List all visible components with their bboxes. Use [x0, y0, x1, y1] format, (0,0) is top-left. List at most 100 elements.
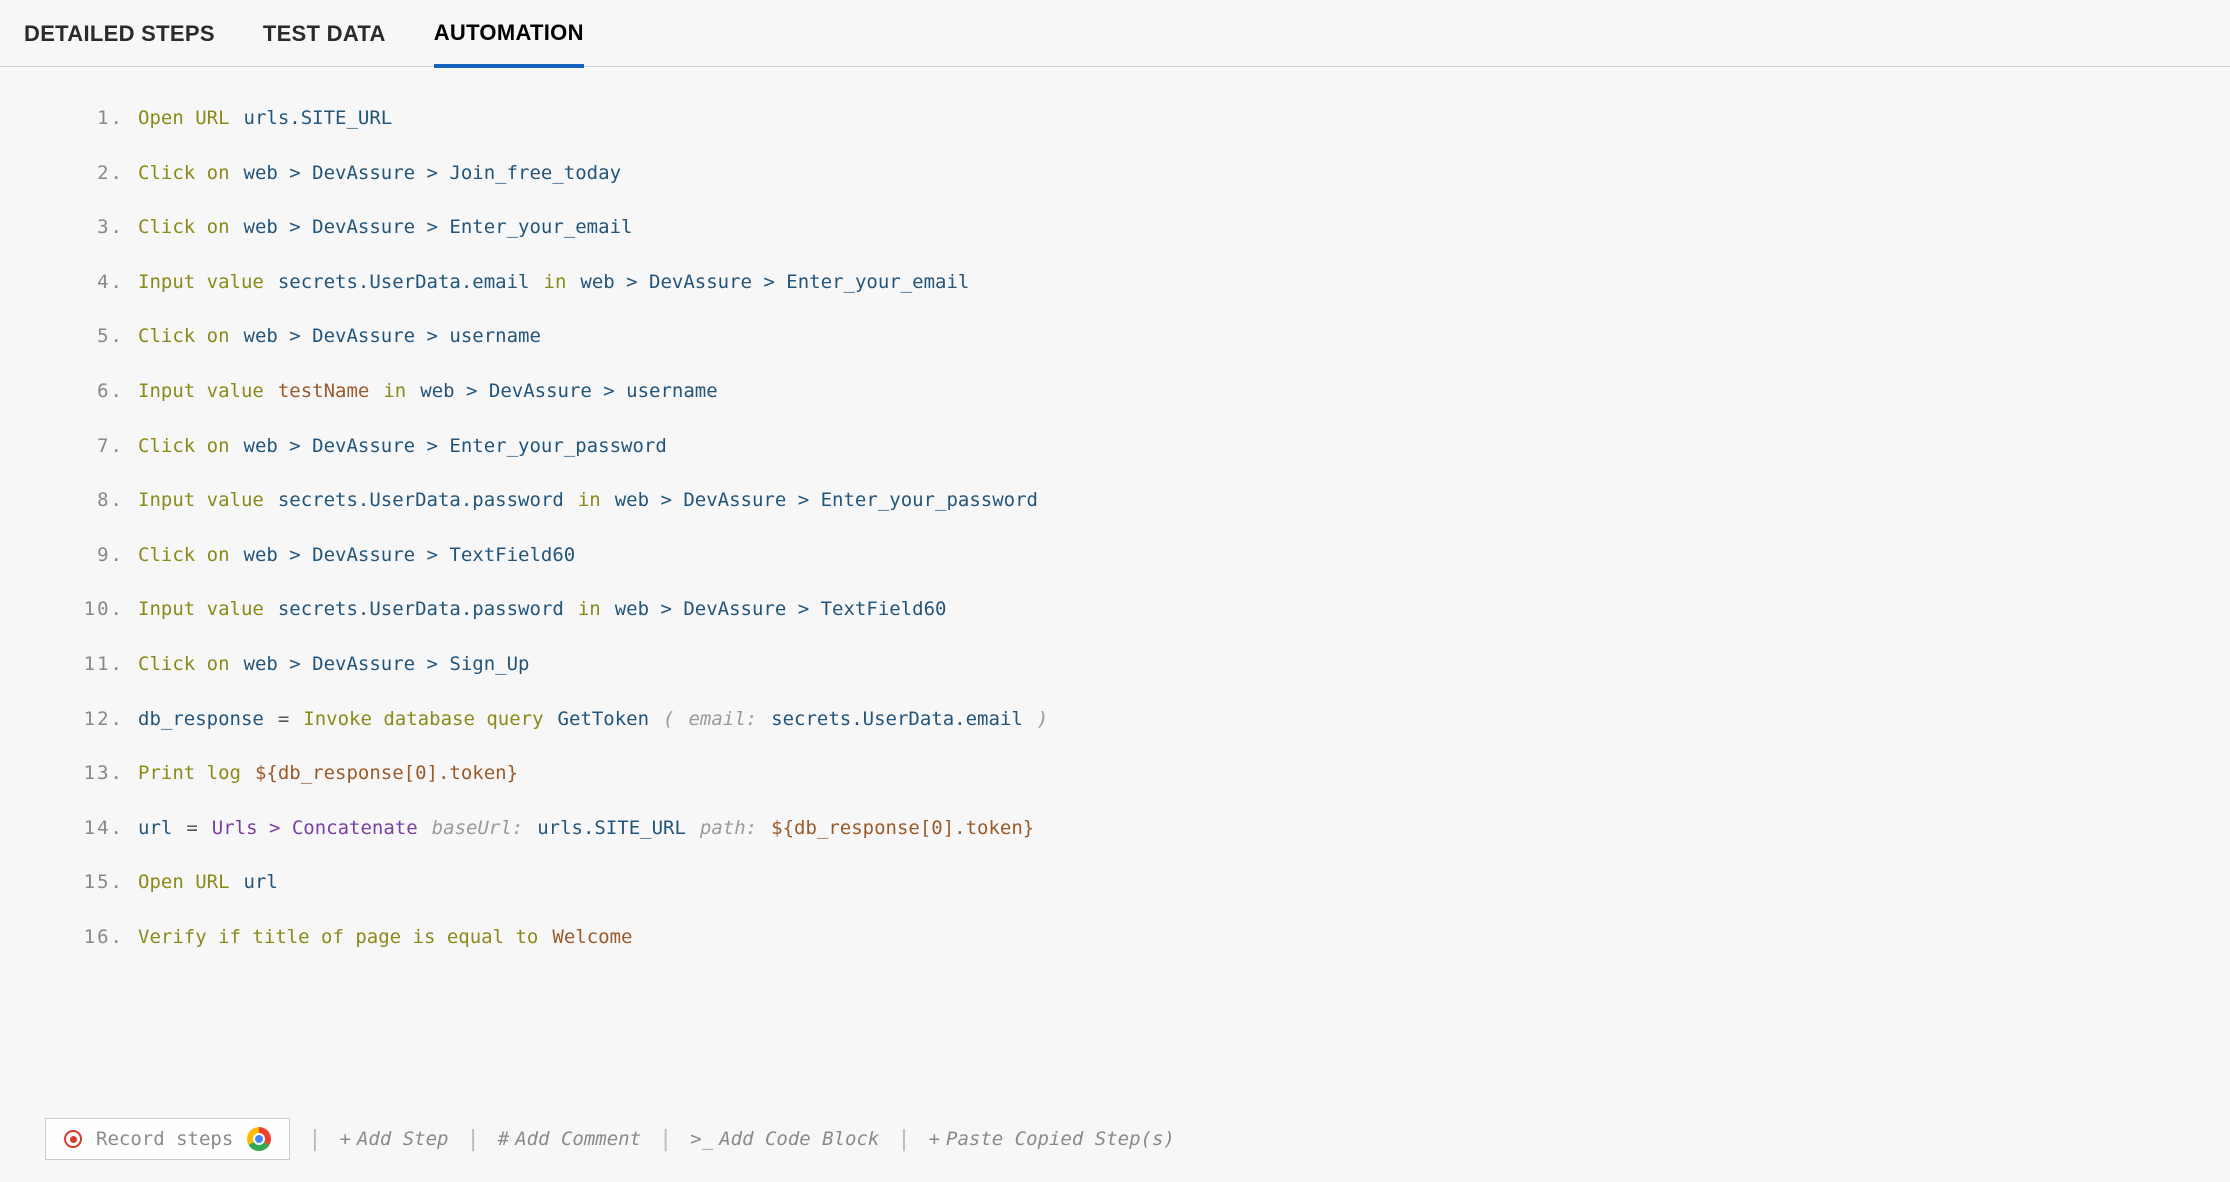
- step-content: Click on web > DevAssure > Join_free_toda…: [138, 160, 621, 187]
- step-content: Open URL url: [138, 869, 278, 896]
- step-token-gray: path:: [700, 815, 757, 842]
- tab-test-data[interactable]: TEST DATA: [263, 1, 386, 65]
- step-token-gray: (: [663, 706, 674, 733]
- step-number: 3.: [70, 214, 124, 241]
- bottom-toolbar: Record steps | +Add Step | #Add Comment …: [45, 1118, 2185, 1160]
- step-token-pth[interactable]: web > DevAssure > Enter_your_email: [244, 214, 633, 241]
- step-token-pth[interactable]: db_response: [138, 706, 264, 733]
- step-content: Open URLurls.SITE_URL: [138, 105, 392, 132]
- step-token-val[interactable]: urls.SITE_URL: [537, 815, 686, 842]
- step-token-kw: Click on: [138, 214, 230, 241]
- automation-step[interactable]: 6.Input valuetestNameinweb > DevAssure >…: [70, 364, 2230, 419]
- automation-step[interactable]: 3. Click on web > DevAssure > Enter_your_e…: [70, 200, 2230, 255]
- add-step-button[interactable]: +Add Step: [340, 1128, 449, 1150]
- toolbar-separator: |: [308, 1127, 321, 1152]
- step-token-pth[interactable]: web > DevAssure > Join_free_today: [244, 160, 622, 187]
- step-token-val[interactable]: secrets.UserData.email: [278, 269, 530, 296]
- step-token-lit[interactable]: ${db_response[0].token}: [255, 760, 518, 787]
- step-token-gray: ): [1037, 706, 1048, 733]
- step-content: Click onweb > DevAssure > TextField60: [138, 542, 575, 569]
- step-token-kw: in: [578, 596, 601, 623]
- step-token-lit[interactable]: ${db_response[0].token}: [771, 815, 1034, 842]
- automation-step[interactable]: 9.Click onweb > DevAssure > TextField60: [70, 528, 2230, 583]
- step-token-val[interactable]: urls.SITE_URL: [244, 105, 393, 132]
- step-number: 11.: [70, 651, 124, 678]
- automation-step[interactable]: 12. db_response=Invoke database queryGetT…: [70, 692, 2230, 747]
- step-token-pth[interactable]: web > DevAssure > username: [244, 323, 541, 350]
- step-token-pth[interactable]: web > DevAssure > TextField60: [615, 596, 947, 623]
- step-number: 13.: [70, 760, 124, 787]
- tab-detailed-steps[interactable]: DETAILED STEPS: [24, 1, 215, 65]
- automation-step[interactable]: 11. Click on web > DevAssure > Sign_Up: [70, 637, 2230, 692]
- step-token-purple[interactable]: Urls > Concatenate: [212, 815, 418, 842]
- step-number: 12.: [70, 706, 124, 733]
- step-token-pth[interactable]: web > DevAssure > TextField60: [244, 542, 576, 569]
- step-token-pth[interactable]: url: [138, 815, 172, 842]
- tab-automation[interactable]: AUTOMATION: [434, 0, 584, 68]
- step-token-kw: Open URL: [138, 869, 230, 896]
- step-content: Click onweb > DevAssure > username: [138, 323, 541, 350]
- automation-step[interactable]: 1. Open URLurls.SITE_URL: [70, 91, 2230, 146]
- step-token-kw: Input value: [138, 487, 264, 514]
- step-content: Input value secrets.UserData.email in web >…: [138, 269, 969, 296]
- step-token-kw: Click on: [138, 433, 230, 460]
- step-number: 7.: [70, 433, 124, 460]
- step-token-kw: in: [383, 378, 406, 405]
- chrome-icon: [247, 1127, 271, 1151]
- step-number: 15.: [70, 869, 124, 896]
- add-comment-button[interactable]: #Add Comment: [498, 1128, 641, 1150]
- step-token-kw: Verify if title of page is equal to: [138, 924, 538, 951]
- step-token-val[interactable]: secrets.UserData.password: [278, 487, 564, 514]
- automation-step[interactable]: 14. url = Urls > Concatenate baseUrl: urls.SI…: [70, 801, 2230, 856]
- step-content: Print log ${db_response[0].token}: [138, 760, 518, 787]
- step-content: Click on web > DevAssure > Sign_Up: [138, 651, 530, 678]
- step-token-pth[interactable]: web > DevAssure > Enter_your_password: [244, 433, 667, 460]
- step-number: 10.: [70, 596, 124, 623]
- step-token-lit[interactable]: Welcome: [552, 924, 632, 951]
- step-token-kw: Click on: [138, 651, 230, 678]
- automation-step[interactable]: 10. Input value secrets.UserData.password i…: [70, 582, 2230, 637]
- toolbar-separator: |: [659, 1127, 672, 1152]
- step-token-kw: in: [544, 269, 567, 296]
- step-token-kw: Invoke database query: [303, 706, 543, 733]
- step-token-val[interactable]: secrets.UserData.email: [771, 706, 1023, 733]
- automation-step[interactable]: 5. Click onweb > DevAssure > username: [70, 309, 2230, 364]
- record-steps-label: Record steps: [96, 1128, 233, 1150]
- step-token-kw: Print log: [138, 760, 241, 787]
- step-number: 6.: [70, 378, 124, 405]
- automation-step[interactable]: 8.Input valuesecrets.UserData.passwordin…: [70, 473, 2230, 528]
- step-token-val[interactable]: secrets.UserData.password: [278, 596, 564, 623]
- step-token-pth[interactable]: GetToken: [558, 706, 650, 733]
- step-content: Input valuesecrets.UserData.passwordinwe…: [138, 487, 1038, 514]
- step-token-kw: Input value: [138, 269, 264, 296]
- automation-step[interactable]: 7. Click on web > DevAssure > Enter_your_p…: [70, 419, 2230, 474]
- automation-step[interactable]: 15. Open URL url: [70, 855, 2230, 910]
- paste-copied-steps-button[interactable]: +Paste Copied Step(s): [929, 1128, 1175, 1150]
- step-token-kw: Click on: [138, 160, 230, 187]
- step-token-kw: Input value: [138, 596, 264, 623]
- automation-step[interactable]: 13. Print log ${db_response[0].token}: [70, 746, 2230, 801]
- step-number: 14.: [70, 815, 124, 842]
- step-token-pth[interactable]: web > DevAssure > username: [420, 378, 717, 405]
- add-code-block-button[interactable]: >_Add Code Block: [690, 1128, 879, 1150]
- automation-step[interactable]: 4.Input valuesecrets.UserData.emailinweb…: [70, 255, 2230, 310]
- toolbar-separator: |: [897, 1127, 910, 1152]
- step-token-gray: baseUrl:: [432, 815, 524, 842]
- step-number: 5.: [70, 323, 124, 350]
- step-content: db_response=Invoke database queryGetToke…: [138, 706, 1048, 733]
- step-number: 8.: [70, 487, 124, 514]
- record-steps-button[interactable]: Record steps: [45, 1118, 290, 1160]
- tabs-bar: DETAILED STEPS TEST DATA AUTOMATION: [0, 0, 2230, 67]
- step-token-pth[interactable]: web > DevAssure > Sign_Up: [244, 651, 530, 678]
- step-token-pth[interactable]: url: [244, 869, 278, 896]
- step-content: Verify if title of page is equal to Welco…: [138, 924, 632, 951]
- step-token-lit[interactable]: testName: [278, 378, 370, 405]
- step-token-pth[interactable]: web > DevAssure > Enter_your_email: [580, 269, 969, 296]
- automation-step[interactable]: 2.Click onweb > DevAssure > Join_free_to…: [70, 146, 2230, 201]
- automation-step[interactable]: 16. Verify if title of page is equal to We…: [70, 910, 2230, 965]
- step-token-pth[interactable]: web > DevAssure > Enter_your_password: [615, 487, 1038, 514]
- step-number: 1.: [70, 105, 124, 132]
- step-token-eq: =: [186, 815, 197, 842]
- step-number: 16.: [70, 924, 124, 951]
- toolbar-separator: |: [467, 1127, 480, 1152]
